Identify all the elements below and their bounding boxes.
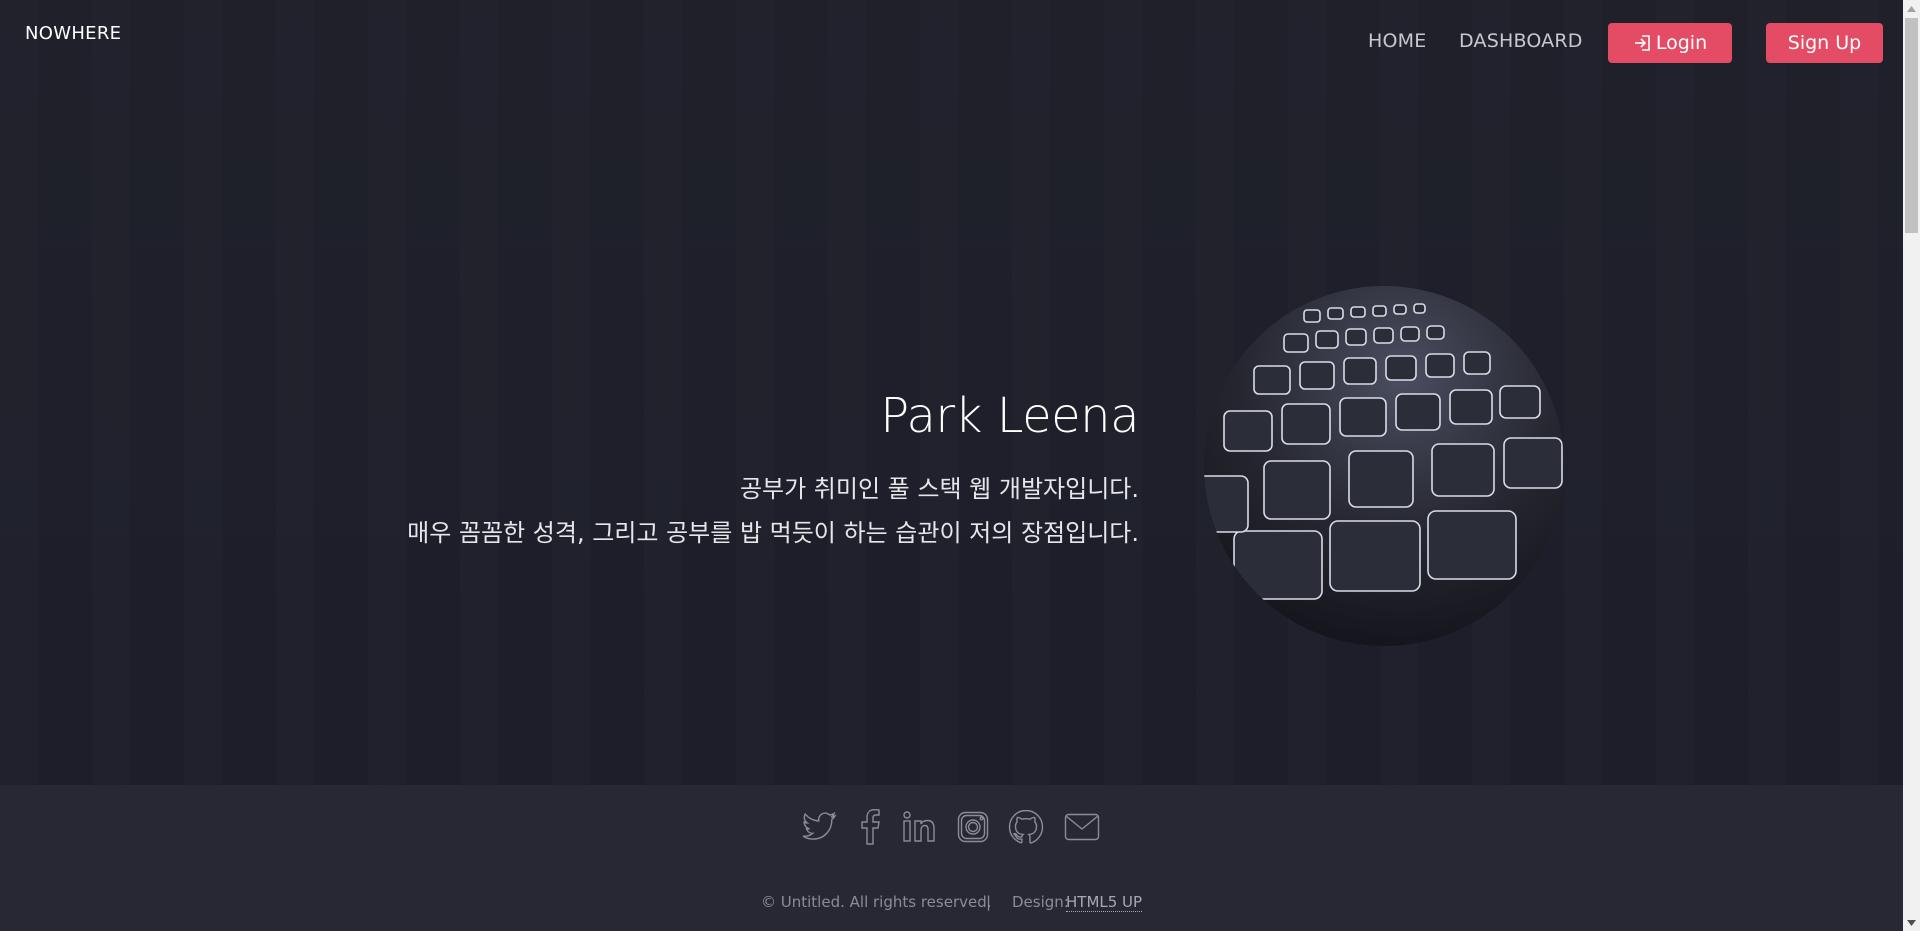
design-credit-link[interactable]: HTML5 UP [1066, 893, 1143, 912]
hero-title: Park Leena [880, 388, 1139, 444]
sign-up-button[interactable]: Sign Up [1766, 23, 1883, 63]
page-scrollbar[interactable] [1903, 0, 1920, 931]
linkedin-icon[interactable] [900, 808, 938, 846]
keyboard-image [1204, 286, 1564, 646]
facebook-icon[interactable] [851, 808, 889, 846]
email-icon[interactable] [1063, 808, 1101, 846]
instagram-icon[interactable] [954, 808, 992, 846]
copyright-text: © Untitled. All rights reserved. [761, 893, 992, 911]
login-button[interactable]: Login [1608, 23, 1732, 63]
scroll-up-arrow-icon[interactable] [1903, 0, 1920, 17]
login-label: Login [1655, 32, 1708, 54]
nav-home[interactable]: HOME [1368, 30, 1426, 52]
nav-dashboard[interactable]: DASHBOARD [1459, 30, 1583, 52]
hero-subtitle-line-2: 매우 꼼꼼한 성격, 그리고 공부를 밥 먹듯이 하는 습관이 저의 장점입니다… [407, 519, 1139, 547]
design-label: Design: [1012, 893, 1069, 911]
scroll-down-arrow-icon[interactable] [1903, 914, 1920, 931]
brand-logo[interactable]: NOWHERE [25, 23, 121, 44]
scrollbar-thumb[interactable] [1905, 18, 1918, 233]
github-icon[interactable] [1007, 808, 1045, 846]
twitter-icon[interactable] [800, 808, 838, 846]
hero-subtitle-line-1: 공부가 취미인 풀 스택 웹 개발자입니다. [739, 475, 1139, 503]
sign-in-icon [1633, 33, 1653, 53]
sign-up-label: Sign Up [1787, 32, 1862, 54]
footer-separator: | [986, 893, 992, 911]
footer: © Untitled. All rights reserved. | Desig… [0, 785, 1903, 931]
